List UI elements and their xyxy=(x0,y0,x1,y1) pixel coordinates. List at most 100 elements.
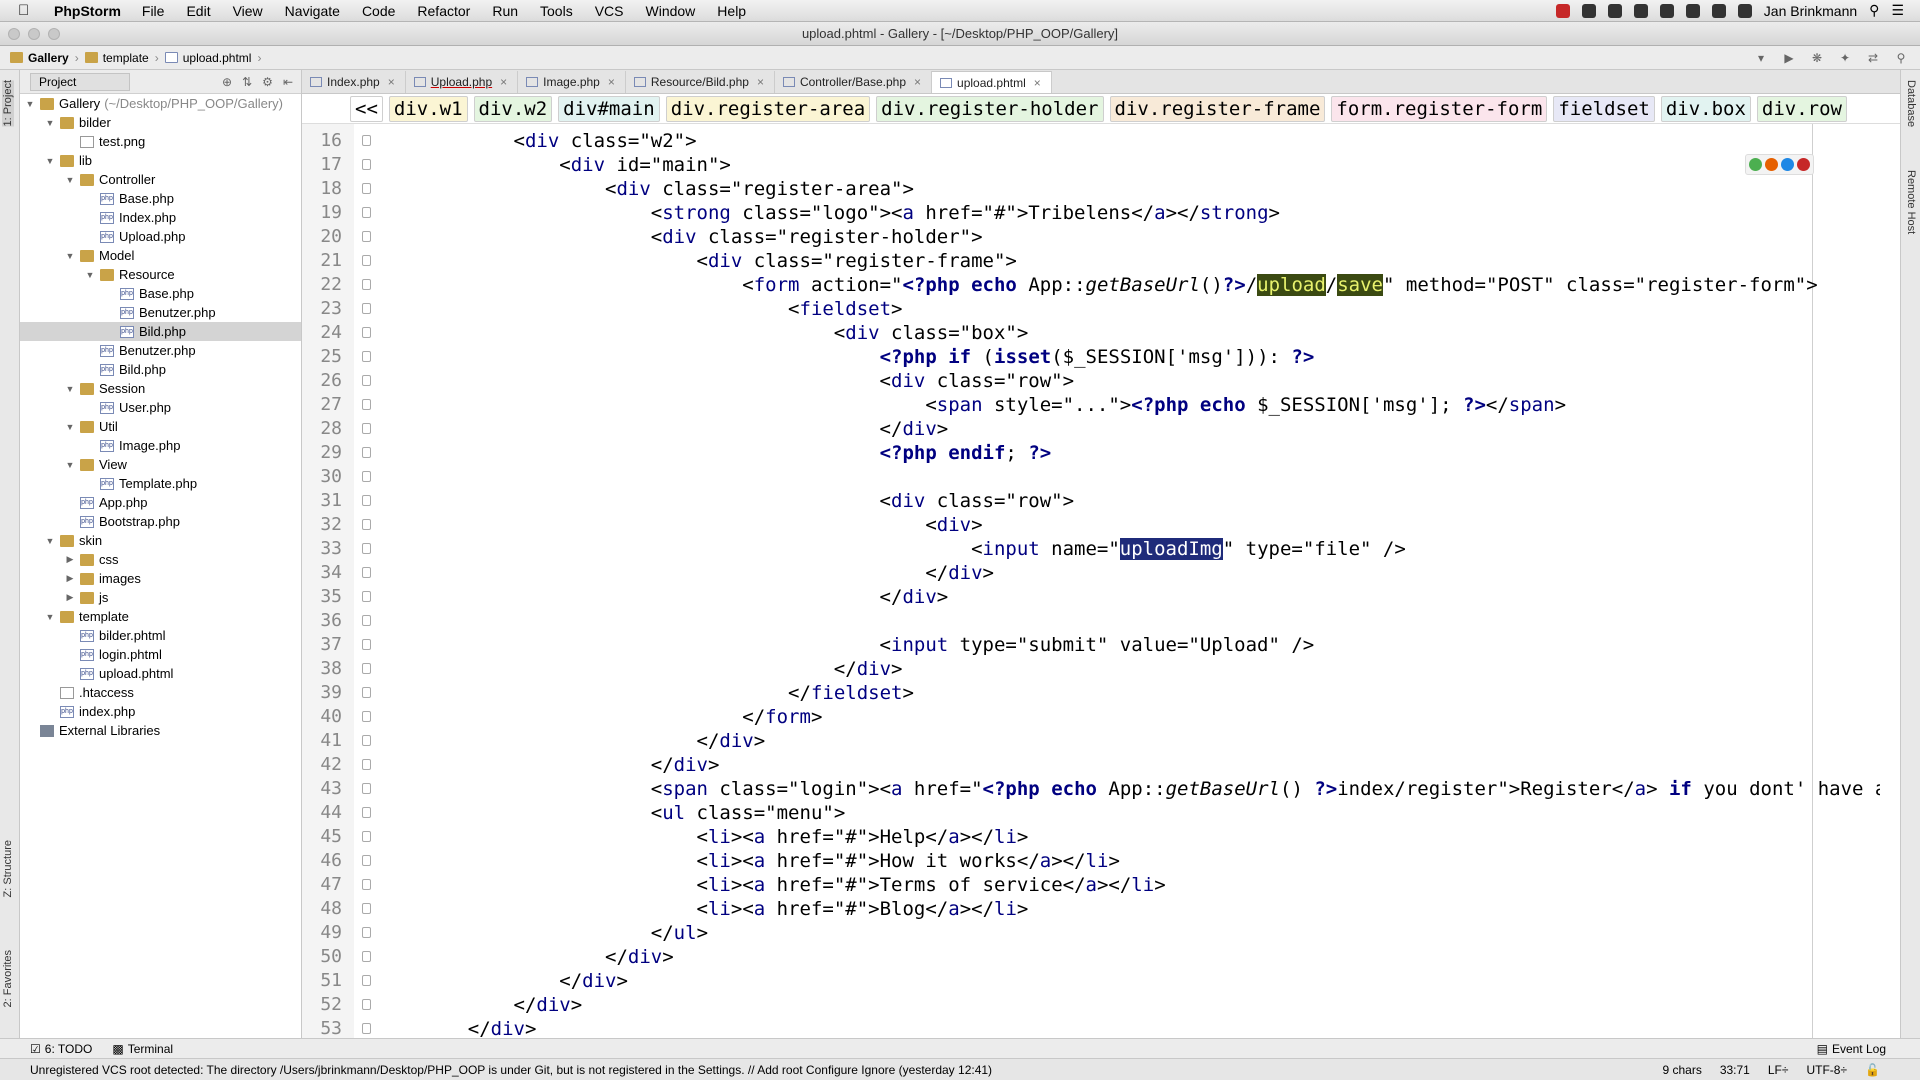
tree-item[interactable]: ▼ Gallery (~/Desktop/PHP_OOP/Gallery) xyxy=(20,94,301,113)
caret-position[interactable]: 33:71 xyxy=(1720,1063,1750,1077)
line-number[interactable]: 50 xyxy=(302,945,342,969)
code-text[interactable]: <input name="uploadImg" type="file" /> xyxy=(422,537,1406,561)
notification-center-icon[interactable]: ☰ xyxy=(1891,2,1904,19)
minimize-window-button[interactable] xyxy=(28,28,40,40)
close-tab-icon[interactable]: × xyxy=(608,75,615,89)
code-text[interactable]: </div> xyxy=(422,1017,537,1038)
wifi-icon[interactable] xyxy=(1659,3,1674,18)
line-number[interactable]: 24 xyxy=(302,321,342,345)
tree-item[interactable]: ▼ View xyxy=(20,455,301,474)
lock-icon[interactable]: 🔓 xyxy=(1865,1063,1880,1077)
line-number[interactable]: 28 xyxy=(302,417,342,441)
tree-item[interactable]: .htaccess xyxy=(20,683,301,702)
collapse-icon[interactable]: ⇅ xyxy=(242,75,252,89)
fold-marker-icon[interactable] xyxy=(362,399,371,410)
code-text[interactable]: <div class="row"> xyxy=(422,489,1075,513)
search-icon[interactable]: ⚲ xyxy=(1894,51,1908,65)
tree-item[interactable]: ▼ Session xyxy=(20,379,301,398)
code-text[interactable]: </div> xyxy=(422,729,766,753)
code-line[interactable]: 23 <fieldset> xyxy=(302,297,1880,321)
tree-item[interactable]: test.png xyxy=(20,132,301,151)
run-icon[interactable]: ▶ xyxy=(1782,51,1796,65)
code-line[interactable]: 28 </div> xyxy=(302,417,1880,441)
tag-breadcrumb[interactable]: div.box xyxy=(1660,95,1751,122)
code-text[interactable]: <div class="register-holder"> xyxy=(422,225,983,249)
code-line[interactable]: 48 <li><a href="#">Blog</a></li> xyxy=(302,897,1880,921)
code-line[interactable]: 51 </div> xyxy=(302,969,1880,993)
fold-marker-icon[interactable] xyxy=(362,207,371,218)
tray-icon[interactable] xyxy=(1555,3,1570,18)
file-encoding[interactable]: UTF-8÷ xyxy=(1806,1063,1847,1077)
code-text[interactable]: <li><a href="#">Blog</a></li> xyxy=(422,897,1029,921)
close-tab-icon[interactable]: × xyxy=(914,75,921,89)
code-line[interactable]: 24 <div class="box"> xyxy=(302,321,1880,345)
tray-icon[interactable] xyxy=(1633,3,1648,18)
fold-marker-icon[interactable] xyxy=(362,807,371,818)
settings-gear-icon[interactable]: ⚙ xyxy=(262,75,273,89)
line-number[interactable]: 48 xyxy=(302,897,342,921)
tree-item[interactable]: php Bild.php xyxy=(20,360,301,379)
breadcrumb-item[interactable]: upload.phtml › xyxy=(164,51,261,65)
tree-item[interactable]: External Libraries xyxy=(20,721,301,740)
line-number[interactable]: 40 xyxy=(302,705,342,729)
tray-icon[interactable] xyxy=(1607,3,1622,18)
vcs-icon[interactable]: ⇄ xyxy=(1866,51,1880,65)
tree-item[interactable]: ▶ css xyxy=(20,550,301,569)
tree-item[interactable]: php login.phtml xyxy=(20,645,301,664)
fold-marker-icon[interactable] xyxy=(362,327,371,338)
menu-tools[interactable]: Tools xyxy=(540,3,573,19)
line-number[interactable]: 36 xyxy=(302,609,342,633)
line-number[interactable]: 23 xyxy=(302,297,342,321)
line-number[interactable]: 18 xyxy=(302,177,342,201)
menu-code[interactable]: Code xyxy=(362,3,395,19)
line-number[interactable]: 32 xyxy=(302,513,342,537)
expanded-arrow-icon[interactable]: ▼ xyxy=(64,422,76,432)
status-message[interactable]: Unregistered VCS root detected: The dire… xyxy=(30,1063,992,1077)
todo-tool-button[interactable]: ☑ 6: TODO xyxy=(30,1042,92,1056)
code-line[interactable]: 27 <span style="..."><?php echo $_SESSIO… xyxy=(302,393,1880,417)
fold-marker-icon[interactable] xyxy=(362,375,371,386)
expanded-arrow-icon[interactable]: ▼ xyxy=(64,384,76,394)
editor-tab[interactable]: Upload.php × xyxy=(406,71,519,93)
tree-item[interactable]: php Benutzer.php xyxy=(20,341,301,360)
fold-marker-icon[interactable] xyxy=(362,519,371,530)
tree-item[interactable]: php Base.php xyxy=(20,284,301,303)
code-line[interactable]: 35 </div> xyxy=(302,585,1880,609)
tree-item[interactable]: php bilder.phtml xyxy=(20,626,301,645)
code-text[interactable]: <li><a href="#">How it works</a></li> xyxy=(422,849,1120,873)
favorites-tool-button[interactable]: 2: Favorites xyxy=(2,950,14,1007)
code-text[interactable]: </div> xyxy=(422,657,903,681)
tree-item[interactable]: ▼ bilder xyxy=(20,113,301,132)
code-editor[interactable]: 16 <div class="w2"> 17 <div id="main"> 18 … xyxy=(302,124,1880,1038)
editor-tab[interactable]: Resource/Bild.php × xyxy=(626,71,775,93)
fold-marker-icon[interactable] xyxy=(362,615,371,626)
event-log-button[interactable]: ▤ Event Log xyxy=(1817,1042,1920,1056)
fold-marker-icon[interactable] xyxy=(362,711,371,722)
volume-icon[interactable] xyxy=(1685,3,1700,18)
breadcrumb-item[interactable]: template › xyxy=(84,51,159,65)
code-text[interactable]: <input type="submit" value="Upload" /> xyxy=(422,633,1315,657)
tag-breadcrumb[interactable]: form.register-form xyxy=(1331,95,1548,122)
code-text[interactable]: </ul> xyxy=(422,921,708,945)
code-text[interactable]: <div> xyxy=(422,513,982,537)
code-line[interactable]: 47 <li><a href="#">Terms of service</a><… xyxy=(302,873,1880,897)
code-line[interactable]: 32 <div> xyxy=(302,513,1880,537)
tree-item[interactable]: php App.php xyxy=(20,493,301,512)
line-number[interactable]: 27 xyxy=(302,393,342,417)
expanded-arrow-icon[interactable]: ▼ xyxy=(44,118,56,128)
tree-item[interactable]: ▼ Util xyxy=(20,417,301,436)
tag-breadcrumb[interactable]: div.w1 xyxy=(388,95,468,122)
code-text[interactable]: </div> xyxy=(422,753,720,777)
line-number[interactable]: 52 xyxy=(302,993,342,1017)
close-window-button[interactable] xyxy=(8,28,20,40)
tree-item[interactable]: ▼ Model xyxy=(20,246,301,265)
menu-refactor[interactable]: Refactor xyxy=(417,3,470,19)
line-number[interactable]: 26 xyxy=(302,369,342,393)
code-line[interactable]: 52 </div> xyxy=(302,993,1880,1017)
fold-marker-icon[interactable] xyxy=(362,303,371,314)
line-number[interactable]: 38 xyxy=(302,657,342,681)
line-number[interactable]: 30 xyxy=(302,465,342,489)
collapsed-arrow-icon[interactable]: ▶ xyxy=(64,592,76,603)
terminal-tool-button[interactable]: ▩ Terminal xyxy=(112,1042,173,1056)
fold-marker-icon[interactable] xyxy=(362,471,371,482)
